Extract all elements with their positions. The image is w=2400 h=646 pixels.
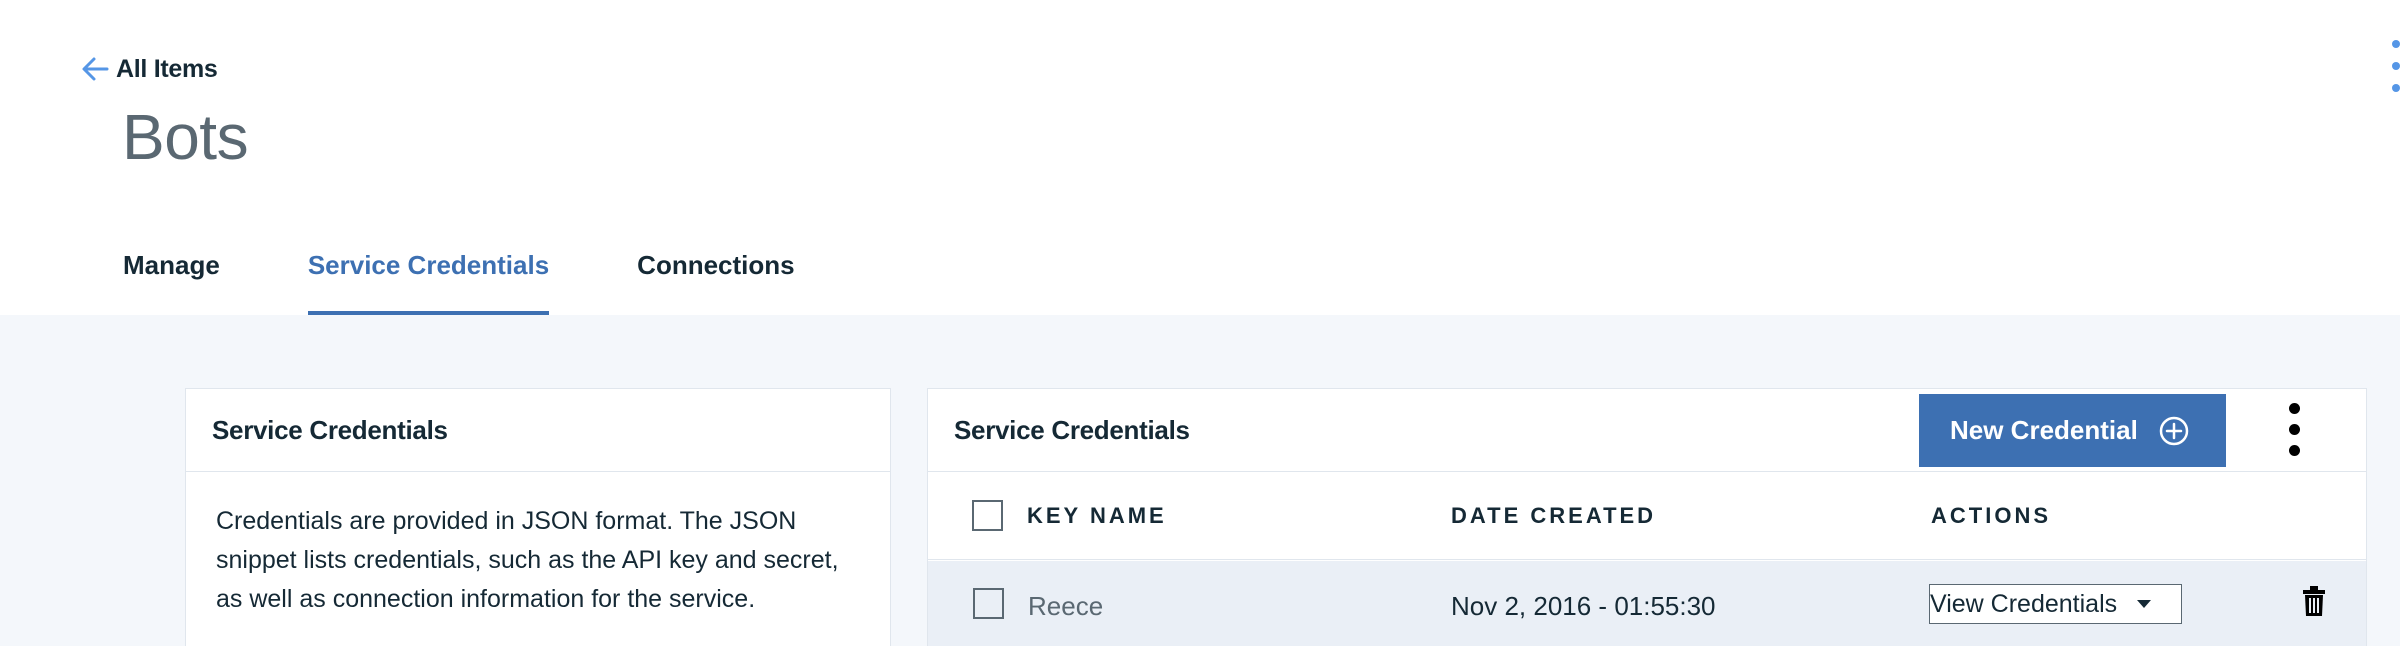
page-title: Bots (122, 101, 249, 173)
trash-icon[interactable] (2302, 585, 2326, 617)
tab-service-credentials[interactable]: Service Credentials (307, 220, 550, 315)
table-row: Reece Nov 2, 2016 - 01:55:30 View Creden… (928, 561, 2366, 646)
info-card-title: Service Credentials (186, 389, 890, 472)
back-link-label: All Items (116, 54, 218, 83)
column-header-date-created: DATE CREATED (1451, 503, 1657, 528)
table-header: KEY NAME DATE CREATED ACTIONS (928, 472, 2366, 560)
actions-select-value: View Credentials (1930, 589, 2118, 618)
chevron-down-icon (2137, 600, 2151, 608)
column-header-actions: ACTIONS (1931, 503, 2051, 528)
arrow-left-icon (82, 57, 109, 81)
credentials-card: Service Credentials New Credential KEY N… (927, 388, 2367, 646)
info-card: Service Credentials Credentials are prov… (185, 388, 891, 646)
back-link[interactable]: All Items (78, 52, 218, 86)
plus-circle-icon (2159, 416, 2189, 445)
cell-key-name: Reece (1028, 590, 1104, 621)
tab-connections[interactable]: Connections (637, 220, 794, 315)
page-header: All Items Bots Manage Service Credential… (0, 0, 2400, 315)
row-checkbox[interactable] (973, 588, 1004, 619)
content-area: Service Credentials Credentials are prov… (0, 315, 2400, 646)
new-credential-label: New Credential (1950, 415, 2138, 445)
actions-select[interactable]: View Credentials (1929, 584, 2182, 624)
tab-manage[interactable]: Manage (123, 220, 220, 315)
cell-date-created: Nov 2, 2016 - 01:55:30 (1451, 590, 1716, 621)
column-header-key-name: KEY NAME (1027, 503, 1167, 528)
select-all-checkbox[interactable] (972, 500, 1003, 531)
partial-overflow-icon[interactable] (2392, 40, 2400, 94)
new-credential-button[interactable]: New Credential (1919, 394, 2226, 467)
info-card-description: Credentials are provided in JSON format.… (216, 507, 839, 613)
tab-bar: Manage Service Credentials Connections (123, 220, 795, 315)
overflow-menu-icon[interactable] (2279, 399, 2309, 461)
